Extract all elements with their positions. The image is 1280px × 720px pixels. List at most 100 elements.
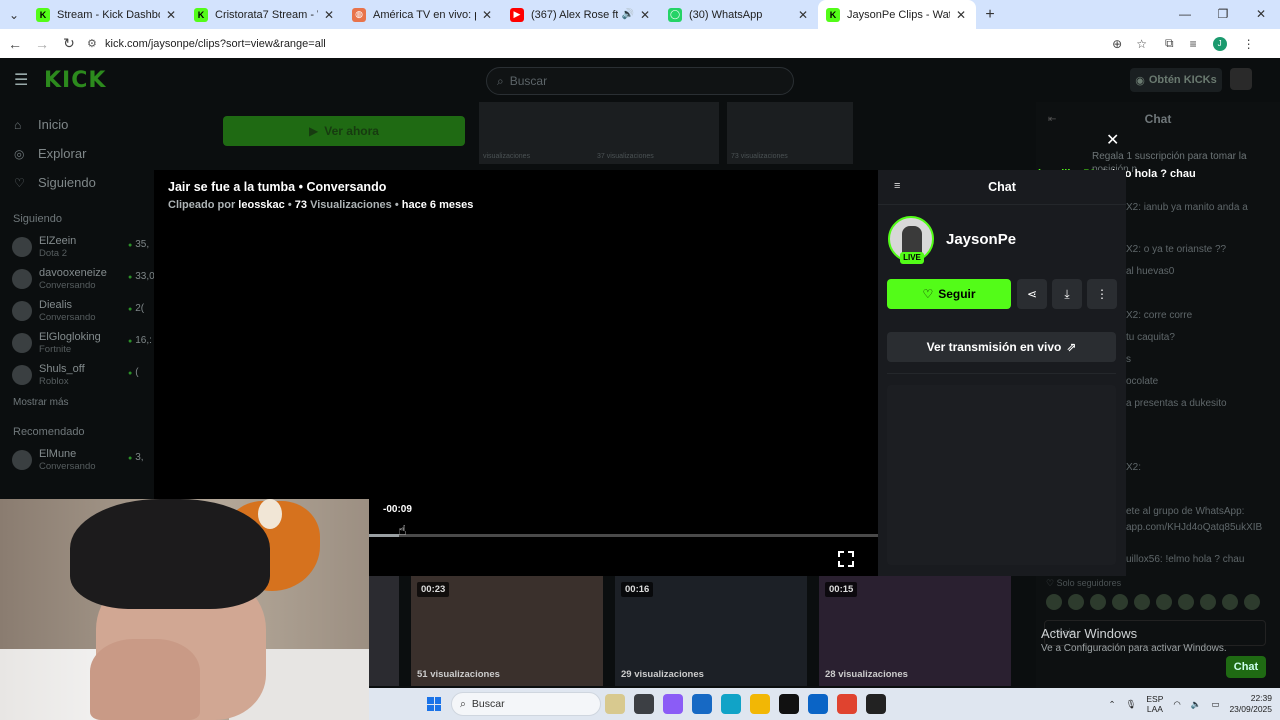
kick-icon: K [194, 7, 208, 22]
widget-icon[interactable] [605, 694, 625, 714]
nav-item-inicio[interactable]: ⌂ Inicio [0, 110, 160, 139]
sidebar-channel[interactable]: davooxeneizeConversando33,0 [0, 263, 160, 295]
browser-tab[interactable]: ◍ América TV en vivo: programac ✕ [344, 0, 502, 29]
back-icon[interactable]: ← [3, 36, 27, 52]
maximize-icon[interactable]: ❐ [1204, 0, 1242, 29]
show-more-link[interactable]: Mostrar más [0, 397, 160, 408]
sidebar-channel[interactable]: ElZeeinDota 235, [0, 231, 160, 263]
emote[interactable] [1178, 594, 1194, 610]
tiktok-icon[interactable] [779, 694, 799, 714]
windows-start-icon[interactable] [427, 697, 441, 711]
emote[interactable] [1156, 594, 1172, 610]
kick-logo[interactable]: KICK [44, 68, 106, 93]
store-icon[interactable] [692, 694, 712, 714]
site-search-input[interactable]: ⌕ Buscar [486, 67, 794, 95]
clipper-link[interactable]: leosskac [238, 199, 284, 211]
url-text[interactable]: kick.com/jaysonpe/clips?sort=view&range=… [105, 38, 1112, 50]
volume-icon[interactable]: 🔈 [1191, 699, 1202, 710]
chevron-up-icon[interactable]: ⌃ [1108, 699, 1115, 710]
chat-message: ete al grupo de WhatsApp: [1126, 506, 1245, 517]
download-button[interactable]: ⤓ [1052, 279, 1082, 309]
clip-thumbnail[interactable]: 00:16 29 visualizaciones [615, 576, 807, 686]
background-clip-thumbnail[interactable]: visualizaciones [479, 102, 605, 164]
follow-button[interactable]: ♡ Seguir [887, 279, 1011, 309]
browser-tab[interactable]: K JaysonPe Clips - Watch Live on ✕ [818, 0, 976, 29]
nav-item-siguiendo[interactable]: ♡ Siguiendo [0, 168, 160, 197]
emote[interactable] [1134, 594, 1150, 610]
watch-now-button[interactable]: ▶ Ver ahora [223, 116, 465, 146]
edge-icon[interactable] [721, 694, 741, 714]
whatsapp-icon: ◯ [668, 7, 682, 22]
browser-tab[interactable]: K Stream - Kick Dashboard ✕ [28, 0, 186, 29]
profile-avatar[interactable]: J [1212, 36, 1227, 51]
share-button[interactable]: ⋖ [1017, 279, 1047, 309]
fullscreen-icon[interactable] [838, 551, 854, 567]
extensions-icon[interactable]: ⧉ [1165, 36, 1174, 51]
forward-icon[interactable]: → [30, 36, 54, 52]
app-icon[interactable] [866, 694, 886, 714]
browser-tab[interactable]: ▶ (367) Alex Rose ft. Lyanno 🔊 ✕ [502, 0, 660, 29]
speaker-icon[interactable]: 🔊 [622, 9, 634, 20]
window-controls: — ❐ ✕ [1166, 0, 1280, 29]
reload-icon[interactable]: ↻ [57, 35, 81, 52]
sidebar-channel[interactable]: DiealisConversando2( [0, 295, 160, 327]
chrome-icon[interactable] [837, 694, 857, 714]
emote[interactable] [1090, 594, 1106, 610]
background-clip-thumbnail[interactable]: 73 visualizaciones [727, 102, 853, 164]
chat-send-button[interactable]: Chat [1226, 656, 1266, 678]
battery-icon[interactable]: ▭ [1211, 699, 1219, 710]
clip-thumbnail[interactable]: 00:15 28 visualizaciones [819, 576, 1011, 686]
more-options-button[interactable]: ⋮ [1087, 279, 1117, 309]
hamburger-icon[interactable]: ☰ [14, 70, 30, 90]
address-bar[interactable]: ⚙ kick.com/jaysonpe/clips?sort=view&rang… [87, 31, 1147, 56]
close-tab-icon[interactable]: ✕ [322, 8, 336, 22]
close-tab-icon[interactable]: ✕ [954, 8, 968, 22]
nav-item-explorar[interactable]: ◎ Explorar [0, 139, 160, 168]
bookmark-star-icon[interactable]: ☆ [1136, 37, 1147, 51]
emote[interactable] [1046, 594, 1062, 610]
viewer-count: 3, [128, 452, 143, 463]
taskbar-search[interactable]: ⌕ Buscar [451, 692, 601, 716]
emote[interactable] [1222, 594, 1238, 610]
sidebar-channel[interactable]: ElGloglokingFortnite16,: [0, 327, 160, 359]
browser-tab[interactable]: ◯ (30) WhatsApp ✕ [660, 0, 818, 29]
copilot-icon[interactable] [663, 694, 683, 714]
channel-name[interactable]: JaysonPe [946, 231, 1016, 248]
new-tab-button[interactable]: + [976, 6, 1004, 24]
clip-thumbnail[interactable]: 00:23 51 visualizaciones [411, 576, 603, 686]
clock[interactable]: 22:39 23/09/2025 [1229, 693, 1272, 715]
sidebar-channel[interactable]: ElMuneConversando3, [0, 444, 160, 476]
wifi-icon[interactable]: ◠ [1173, 699, 1180, 710]
background-clip-thumbnail[interactable]: 37 visualizaciones [593, 102, 719, 164]
close-tab-icon[interactable]: ✕ [796, 8, 810, 22]
get-kicks-button[interactable]: ◉ Obtén KICKs [1130, 68, 1222, 92]
user-avatar[interactable] [1230, 68, 1252, 90]
language-indicator[interactable]: ESP LAA [1146, 694, 1163, 714]
close-tab-icon[interactable]: ✕ [164, 8, 178, 22]
site-info-icon[interactable]: ⚙ [87, 37, 105, 50]
close-tab-icon[interactable]: ✕ [480, 8, 494, 22]
emote[interactable] [1200, 594, 1216, 610]
browser-menu-icon[interactable]: ⋮ [1243, 37, 1255, 51]
watch-live-button[interactable]: Ver transmisión en vivo ⇗ [887, 332, 1116, 362]
chat-message: a presentas a dukesito [1126, 398, 1227, 409]
close-icon[interactable]: ✕ [1106, 130, 1119, 150]
emote[interactable] [1112, 594, 1128, 610]
minimize-icon[interactable]: — [1166, 0, 1204, 29]
zoom-icon[interactable]: ⊕ [1112, 37, 1122, 51]
clip-progress-bar[interactable] [368, 534, 878, 537]
clip-views: 51 visualizaciones [417, 669, 500, 680]
emote[interactable] [1068, 594, 1084, 610]
microphone-icon[interactable]: 🎙 [1126, 699, 1137, 710]
tab-search-icon[interactable]: ⌄ [0, 8, 28, 22]
task-view-icon[interactable] [634, 694, 654, 714]
viewer-count: 35, [128, 239, 149, 250]
sidebar-channel[interactable]: Shuls_offRoblox( [0, 359, 160, 391]
emote[interactable] [1244, 594, 1260, 610]
close-window-icon[interactable]: ✕ [1242, 0, 1280, 29]
reading-list-icon[interactable]: ≡ [1190, 37, 1197, 51]
file-explorer-icon[interactable] [750, 694, 770, 714]
outlook-icon[interactable] [808, 694, 828, 714]
close-tab-icon[interactable]: ✕ [638, 8, 652, 22]
browser-tab[interactable]: K Cristorata7 Stream - Watch Live ✕ [186, 0, 344, 29]
